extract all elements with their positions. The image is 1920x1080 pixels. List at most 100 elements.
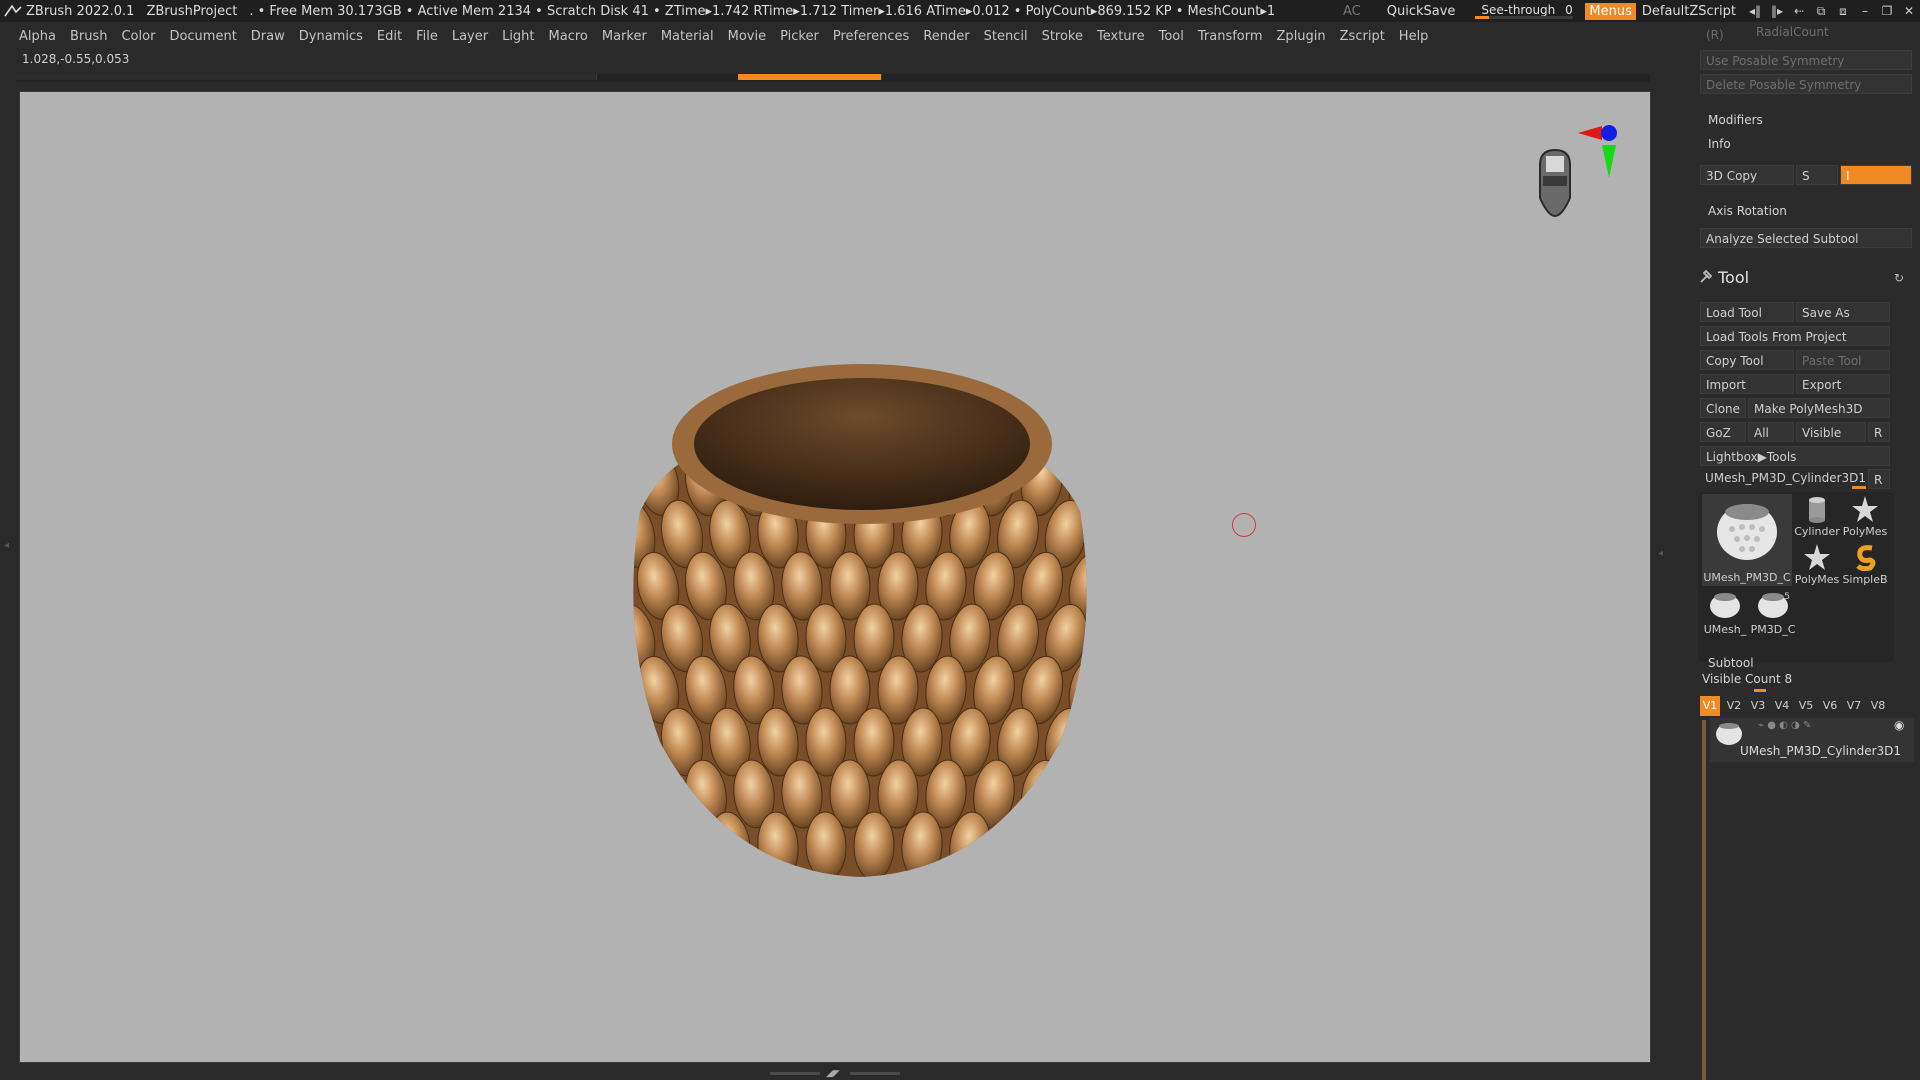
- menu-transform[interactable]: Transform: [1198, 29, 1263, 44]
- menu-layer[interactable]: Layer: [452, 29, 488, 44]
- tab-slot[interactable]: [161, 74, 307, 80]
- load-tools-from-project-button[interactable]: Load Tools From Project: [1700, 326, 1890, 346]
- vtab-v5[interactable]: V5: [1796, 696, 1816, 716]
- tool-tile-polymesh[interactable]: PolyMes: [1842, 494, 1888, 538]
- paste-tool-button[interactable]: Paste Tool: [1796, 350, 1890, 370]
- project-name[interactable]: ZBrushProject: [146, 4, 237, 19]
- tab-slot[interactable]: [451, 74, 597, 80]
- visible-count-slider[interactable]: Visible Count 8: [1702, 672, 1792, 686]
- axis-rotation-section[interactable]: Axis Rotation: [1708, 204, 1787, 218]
- make-polymesh3d-button[interactable]: Make PolyMesh3D: [1748, 398, 1890, 418]
- menus-toggle-button[interactable]: Menus: [1585, 2, 1636, 20]
- tool-tile-polymesh-2[interactable]: PolyMes: [1794, 542, 1840, 586]
- menu-stencil[interactable]: Stencil: [984, 29, 1028, 44]
- goz-visible-button[interactable]: Visible: [1796, 422, 1866, 442]
- tool-tile-cylinder[interactable]: Cylinder: [1794, 494, 1840, 538]
- vtab-v4[interactable]: V4: [1772, 696, 1792, 716]
- right-tray-arrow-icon[interactable]: ◂: [1658, 548, 1663, 559]
- vtab-v2[interactable]: V2: [1724, 696, 1744, 716]
- eye-icon[interactable]: ◉: [1894, 718, 1904, 732]
- use-posable-symmetry-button[interactable]: Use Posable Symmetry: [1700, 50, 1912, 70]
- modifiers-section[interactable]: Modifiers: [1708, 113, 1763, 127]
- import-button[interactable]: Import: [1700, 374, 1794, 394]
- goz-r-button[interactable]: R: [1868, 422, 1890, 442]
- document-canvas[interactable]: [19, 91, 1651, 1063]
- lightbox-tools-button[interactable]: Lightbox▶Tools: [1700, 446, 1890, 466]
- menu-light[interactable]: Light: [502, 29, 534, 44]
- menu-marker[interactable]: Marker: [602, 29, 647, 44]
- load-tool-button[interactable]: Load Tool: [1700, 302, 1794, 322]
- window-stack-icon[interactable]: ⧈: [1832, 4, 1854, 19]
- vtab-v8[interactable]: V8: [1868, 696, 1888, 716]
- tool-palette-title[interactable]: Tool: [1718, 268, 1749, 287]
- tool-tile-umesh-2[interactable]: UMesh_: [1702, 590, 1748, 636]
- quicksave-button[interactable]: QuickSave: [1387, 4, 1456, 19]
- window-layout-icon[interactable]: ⧉: [1810, 4, 1832, 19]
- menu-draw[interactable]: Draw: [251, 29, 285, 44]
- 3d-copy-button[interactable]: 3D Copy: [1700, 165, 1794, 185]
- see-through-slider[interactable]: See-through 0: [1475, 3, 1574, 19]
- export-button[interactable]: Export: [1796, 374, 1890, 394]
- menu-picker[interactable]: Picker: [780, 29, 819, 44]
- vtab-v1[interactable]: V1: [1700, 696, 1720, 716]
- menu-tool[interactable]: Tool: [1159, 29, 1184, 44]
- goz-button[interactable]: GoZ: [1700, 422, 1746, 442]
- restore-icon[interactable]: ❐: [1876, 4, 1898, 18]
- delete-posable-symmetry-button[interactable]: Delete Posable Symmetry: [1700, 74, 1912, 94]
- info-section[interactable]: Info: [1708, 137, 1731, 151]
- current-tool-r-button[interactable]: R: [1868, 469, 1890, 489]
- ac-label[interactable]: AC: [1343, 4, 1361, 19]
- menu-color[interactable]: Color: [121, 29, 155, 44]
- menu-file[interactable]: File: [416, 29, 438, 44]
- default-zscript-button[interactable]: DefaultZScript: [1642, 4, 1736, 19]
- layout-right-icon[interactable]: ‖▸: [1766, 4, 1788, 18]
- tool-tile-umesh[interactable]: UMesh_PM3D_C: [1702, 494, 1792, 586]
- tool-tile-simplebrush[interactable]: SimpleB: [1842, 542, 1888, 586]
- menu-preferences[interactable]: Preferences: [833, 29, 909, 44]
- menu-material[interactable]: Material: [661, 29, 714, 44]
- subtool-toggle-icons[interactable]: ⌁ ● ◐ ◑ ✎: [1758, 720, 1811, 731]
- menu-zplugin[interactable]: Zplugin: [1277, 29, 1326, 44]
- i-field[interactable]: I: [1840, 165, 1912, 185]
- bottom-tray-handle[interactable]: ◢◤: [770, 1069, 900, 1079]
- menu-render[interactable]: Render: [923, 29, 969, 44]
- save-as-button[interactable]: Save As: [1796, 302, 1890, 322]
- menu-dynamics[interactable]: Dynamics: [299, 29, 363, 44]
- tab-slot[interactable]: [16, 74, 162, 80]
- refresh-icon[interactable]: ↻: [1894, 271, 1904, 285]
- menu-help[interactable]: Help: [1399, 29, 1429, 44]
- close-icon[interactable]: ✕: [1898, 4, 1920, 18]
- s-button[interactable]: S: [1796, 165, 1838, 185]
- menu-movie[interactable]: Movie: [728, 29, 766, 44]
- minimize-icon[interactable]: –: [1854, 4, 1876, 18]
- subtool-section[interactable]: Subtool: [1708, 656, 1754, 670]
- goz-all-button[interactable]: All: [1748, 422, 1794, 442]
- menu-document[interactable]: Document: [169, 29, 236, 44]
- bowl-model[interactable]: [580, 332, 1140, 892]
- menu-texture[interactable]: Texture: [1097, 29, 1145, 44]
- menu-macro[interactable]: Macro: [549, 29, 588, 44]
- radial-r-label[interactable]: (R): [1706, 28, 1724, 42]
- tab-slot[interactable]: [306, 74, 452, 80]
- navigation-gizmo[interactable]: [1510, 120, 1620, 230]
- analyze-selected-subtool-button[interactable]: Analyze Selected Subtool: [1700, 228, 1912, 248]
- active-tab-indicator[interactable]: [738, 74, 882, 80]
- arrow-left-icon[interactable]: ⇠: [1788, 4, 1810, 18]
- left-tray-arrow-icon[interactable]: ◂: [4, 540, 9, 551]
- vtab-v3[interactable]: V3: [1748, 696, 1768, 716]
- clone-button[interactable]: Clone: [1700, 398, 1746, 418]
- tool-tile-pm3d[interactable]: 5 PM3D_C: [1750, 590, 1796, 636]
- vtab-v7[interactable]: V7: [1844, 696, 1864, 716]
- copy-tool-button[interactable]: Copy Tool: [1700, 350, 1794, 370]
- vtab-v6[interactable]: V6: [1820, 696, 1840, 716]
- menu-edit[interactable]: Edit: [377, 29, 402, 44]
- menu-stroke[interactable]: Stroke: [1042, 29, 1083, 44]
- current-tool-slider[interactable]: UMesh_PM3D_Cylinder3D1.: [1700, 468, 1866, 488]
- radialcount-slider[interactable]: RadialCount: [1751, 22, 1871, 42]
- subtool-item[interactable]: ⌁ ● ◐ ◑ ✎ ◉ UMesh_PM3D_Cylinder3D1: [1710, 718, 1914, 762]
- menu-alpha[interactable]: Alpha: [19, 29, 56, 44]
- layout-left-icon[interactable]: ◂‖: [1744, 4, 1766, 18]
- menu-zscript[interactable]: Zscript: [1340, 29, 1385, 44]
- subtool-list-scrollbar[interactable]: [1702, 720, 1706, 1080]
- menu-brush[interactable]: Brush: [70, 29, 108, 44]
